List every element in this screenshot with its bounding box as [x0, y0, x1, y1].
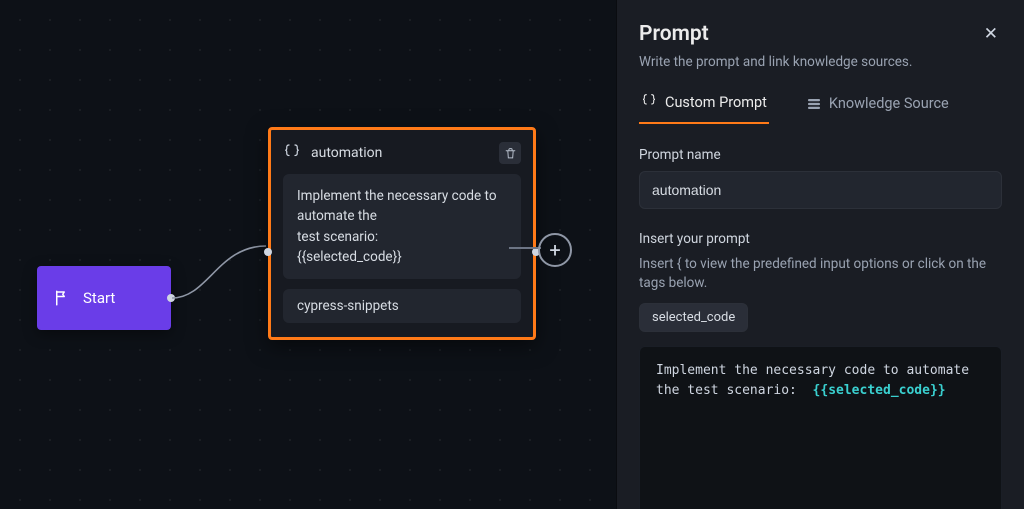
tag-selected-code[interactable]: selected_code: [639, 303, 748, 332]
automation-node-title: automation: [311, 145, 489, 161]
insert-prompt-label: Insert your prompt: [639, 231, 1002, 247]
trash-icon: [504, 147, 517, 160]
edge-stub: [509, 247, 541, 249]
tab-knowledge-source[interactable]: Knowledge Source: [805, 92, 951, 124]
close-panel-button[interactable]: ✕: [980, 22, 1002, 46]
tab-label: Custom Prompt: [665, 94, 767, 111]
code-variable: {{selected_code}}: [813, 383, 946, 398]
start-node[interactable]: Start: [37, 266, 171, 330]
automation-prompt-preview: Implement the necessary code to automate…: [283, 174, 521, 279]
prompt-name-label: Prompt name: [639, 147, 1002, 163]
delete-node-button[interactable]: [499, 142, 521, 164]
automation-node[interactable]: automation Implement the necessary code …: [268, 127, 536, 340]
start-node-label: Start: [83, 289, 115, 307]
close-icon: ✕: [984, 24, 998, 44]
tab-label: Knowledge Source: [829, 95, 949, 112]
prompt-panel: Prompt ✕ Write the prompt and link knowl…: [616, 0, 1024, 509]
braces-icon: [641, 92, 657, 112]
insert-prompt-hint: Insert { to view the predefined input op…: [639, 255, 1002, 293]
add-node-button[interactable]: +: [538, 233, 572, 267]
automation-knowledge-chip: cypress-snippets: [283, 289, 521, 323]
panel-tabs: Custom Prompt Knowledge Source: [639, 92, 1002, 125]
braces-icon: [283, 142, 301, 164]
stack-icon: [807, 97, 821, 109]
tab-custom-prompt[interactable]: Custom Prompt: [639, 92, 769, 124]
plus-icon: +: [549, 240, 560, 260]
automation-input-port[interactable]: [264, 248, 272, 256]
panel-subtitle: Write the prompt and link knowledge sour…: [639, 54, 1002, 70]
prompt-name-input[interactable]: [639, 171, 1002, 209]
flag-icon: [51, 287, 73, 309]
panel-title: Prompt: [639, 22, 980, 46]
edge-start-to-automation: [168, 242, 270, 304]
prompt-code-editor[interactable]: Implement the necessary code to automate…: [639, 346, 1002, 509]
